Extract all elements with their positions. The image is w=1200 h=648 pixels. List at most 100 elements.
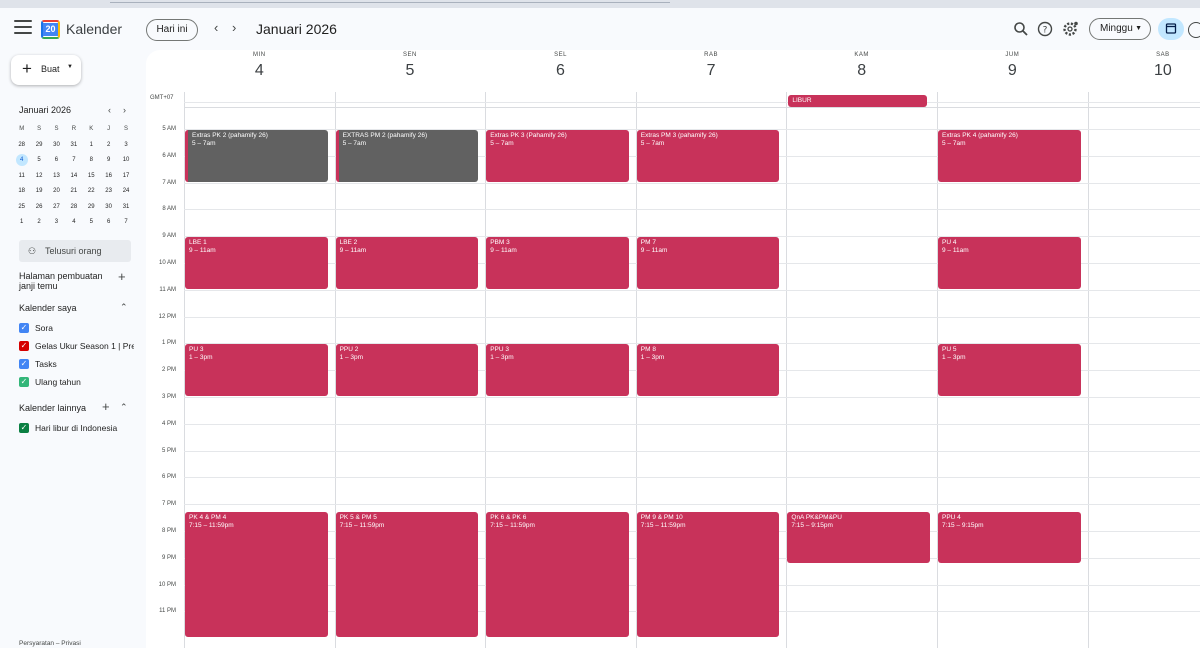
mini-day[interactable]: 31 [117,200,134,216]
day-header[interactable]: KAM 8 [786,50,937,92]
mini-day[interactable]: 31 [65,138,82,154]
mini-day[interactable]: 1 [83,138,100,154]
day-header[interactable]: JUM 9 [937,50,1088,92]
search-icon[interactable] [1013,21,1029,37]
next-week-icon[interactable]: › [232,20,236,35]
other-calendars-header[interactable]: Kalender lainnya [19,403,86,413]
calendar-item[interactable]: ✓ Tasks [19,358,134,372]
mini-day[interactable]: 27 [48,200,65,216]
add-booking-page-icon[interactable]: + [118,269,126,284]
mini-day[interactable]: 2 [100,138,117,154]
mini-day-today[interactable]: 4 [13,153,30,169]
day-number[interactable]: 7 [636,62,787,80]
calendar-event[interactable]: Extras PK 2 (pahamify 26) 5 – 7am [185,130,328,182]
day-number[interactable]: 10 [1088,62,1200,80]
calendar-event[interactable]: LBE 29 – 11am [335,237,479,289]
mini-day[interactable]: 23 [100,184,117,200]
day-header[interactable]: SEN 5 [335,50,486,92]
mini-day[interactable]: 17 [117,169,134,185]
mini-day[interactable]: 20 [48,184,65,200]
mini-day[interactable]: 2 [30,215,47,231]
calendar-event[interactable]: Extras PM 3 (pahamify 26) 5 – 7am [636,130,780,182]
calendar-event[interactable]: PM 81 – 3pm [636,344,780,396]
mini-day[interactable]: 24 [117,184,134,200]
checkbox-checked-icon[interactable]: ✓ [19,377,29,387]
holiday-event[interactable]: LIBUR [788,95,927,107]
create-button[interactable]: + Buat ▼ [11,55,81,85]
mini-day[interactable]: 26 [30,200,47,216]
day-number[interactable]: 5 [335,62,486,80]
checkbox-checked-icon[interactable]: ✓ [19,341,29,351]
calendar-logo-icon[interactable]: 20 [41,20,60,39]
calendar-event[interactable]: Extras PK 4 (pahamify 26) 5 – 7am [938,130,1081,182]
mini-day[interactable]: 21 [65,184,82,200]
calendar-event[interactable]: PU 31 – 3pm [185,344,328,396]
mini-day[interactable]: 7 [65,153,82,169]
mini-day[interactable]: 1 [13,215,30,231]
mini-day[interactable]: 30 [100,200,117,216]
mini-day[interactable]: 6 [100,215,117,231]
mini-day[interactable]: 11 [13,169,30,185]
mini-day[interactable]: 16 [100,169,117,185]
mini-day[interactable]: 10 [117,153,134,169]
mini-day[interactable]: 8 [83,153,100,169]
mini-day[interactable]: 29 [30,138,47,154]
help-icon[interactable]: ? [1037,21,1053,37]
calendar-event[interactable]: QnA PK&PM&PU 7:15 – 9:15pm [787,511,930,564]
mini-day[interactable]: 18 [13,184,30,200]
day-header[interactable]: SEL 6 [485,50,636,92]
mini-day[interactable]: 5 [83,215,100,231]
settings-gear-icon[interactable] [1062,21,1078,37]
calendar-event[interactable]: PM 9 & PM 10 7:15 – 11:59pm [636,511,780,637]
today-button[interactable]: Hari ini [146,19,198,41]
mini-day[interactable]: 3 [48,215,65,231]
add-other-calendar-icon[interactable]: + [102,399,110,414]
calendar-view-toggle[interactable] [1158,18,1184,40]
calendar-event[interactable]: EXTRAS PM 2 (pahamify 26) 5 – 7am [335,130,479,182]
mini-day[interactable]: 28 [65,200,82,216]
mini-prev-month-icon[interactable]: ‹ [108,105,111,115]
tasks-view-toggle[interactable] [1188,22,1200,38]
mini-day[interactable]: 4 [65,215,82,231]
mini-day[interactable]: 19 [30,184,47,200]
chevron-up-icon[interactable]: ⌃ [120,402,128,413]
calendar-event[interactable]: LBE 19 – 11am [185,237,328,289]
main-menu-icon[interactable] [14,20,32,34]
day-header[interactable]: SAB 10 [1088,50,1200,92]
calendar-item[interactable]: ✓ Ulang tahun [19,376,134,390]
mini-day[interactable]: 7 [117,215,134,231]
calendar-item[interactable]: ✓ Hari libur di Indonesia [19,422,134,436]
search-people-input[interactable]: ⚇ Telusuri orang [19,240,131,262]
mini-day[interactable]: 5 [30,153,47,169]
day-header[interactable]: RAB 7 [636,50,787,92]
mini-day[interactable]: 9 [100,153,117,169]
day-header[interactable]: MIN 4 [184,50,335,92]
mini-day[interactable]: 30 [48,138,65,154]
mini-day[interactable]: 22 [83,184,100,200]
mini-day[interactable]: 25 [13,200,30,216]
checkbox-checked-icon[interactable]: ✓ [19,323,29,333]
mini-day[interactable]: 13 [48,169,65,185]
mini-day[interactable]: 12 [30,169,47,185]
mini-day[interactable]: 14 [65,169,82,185]
calendar-event[interactable]: PM 79 – 11am [636,237,780,289]
calendar-event[interactable]: PU 49 – 11am [938,237,1081,289]
calendar-event[interactable]: PBM 39 – 11am [486,237,629,289]
previous-week-icon[interactable]: ‹ [214,20,218,35]
calendar-event[interactable]: PK 5 & PM 5 7:15 – 11:59pm [335,511,479,637]
checkbox-checked-icon[interactable]: ✓ [19,423,29,433]
calendar-item[interactable]: ✓ Gelas Ukur Season 1 | Pre... [19,340,134,354]
chevron-up-icon[interactable]: ⌃ [120,302,128,313]
footer-links[interactable]: Persyaratan – Privasi [19,640,81,647]
checkbox-checked-icon[interactable]: ✓ [19,359,29,369]
calendar-event[interactable]: PPU 31 – 3pm [486,344,629,396]
day-number[interactable]: 8 [786,62,937,80]
calendar-item[interactable]: ✓ Sora [19,322,134,336]
all-day-row[interactable] [184,92,1200,108]
day-number[interactable]: 6 [485,62,636,80]
day-number[interactable]: 9 [937,62,1088,80]
mini-day[interactable]: 6 [48,153,65,169]
calendar-event[interactable]: PPU 21 – 3pm [335,344,479,396]
view-select[interactable]: Minggu ▼ [1089,18,1151,40]
mini-day[interactable]: 3 [117,138,134,154]
